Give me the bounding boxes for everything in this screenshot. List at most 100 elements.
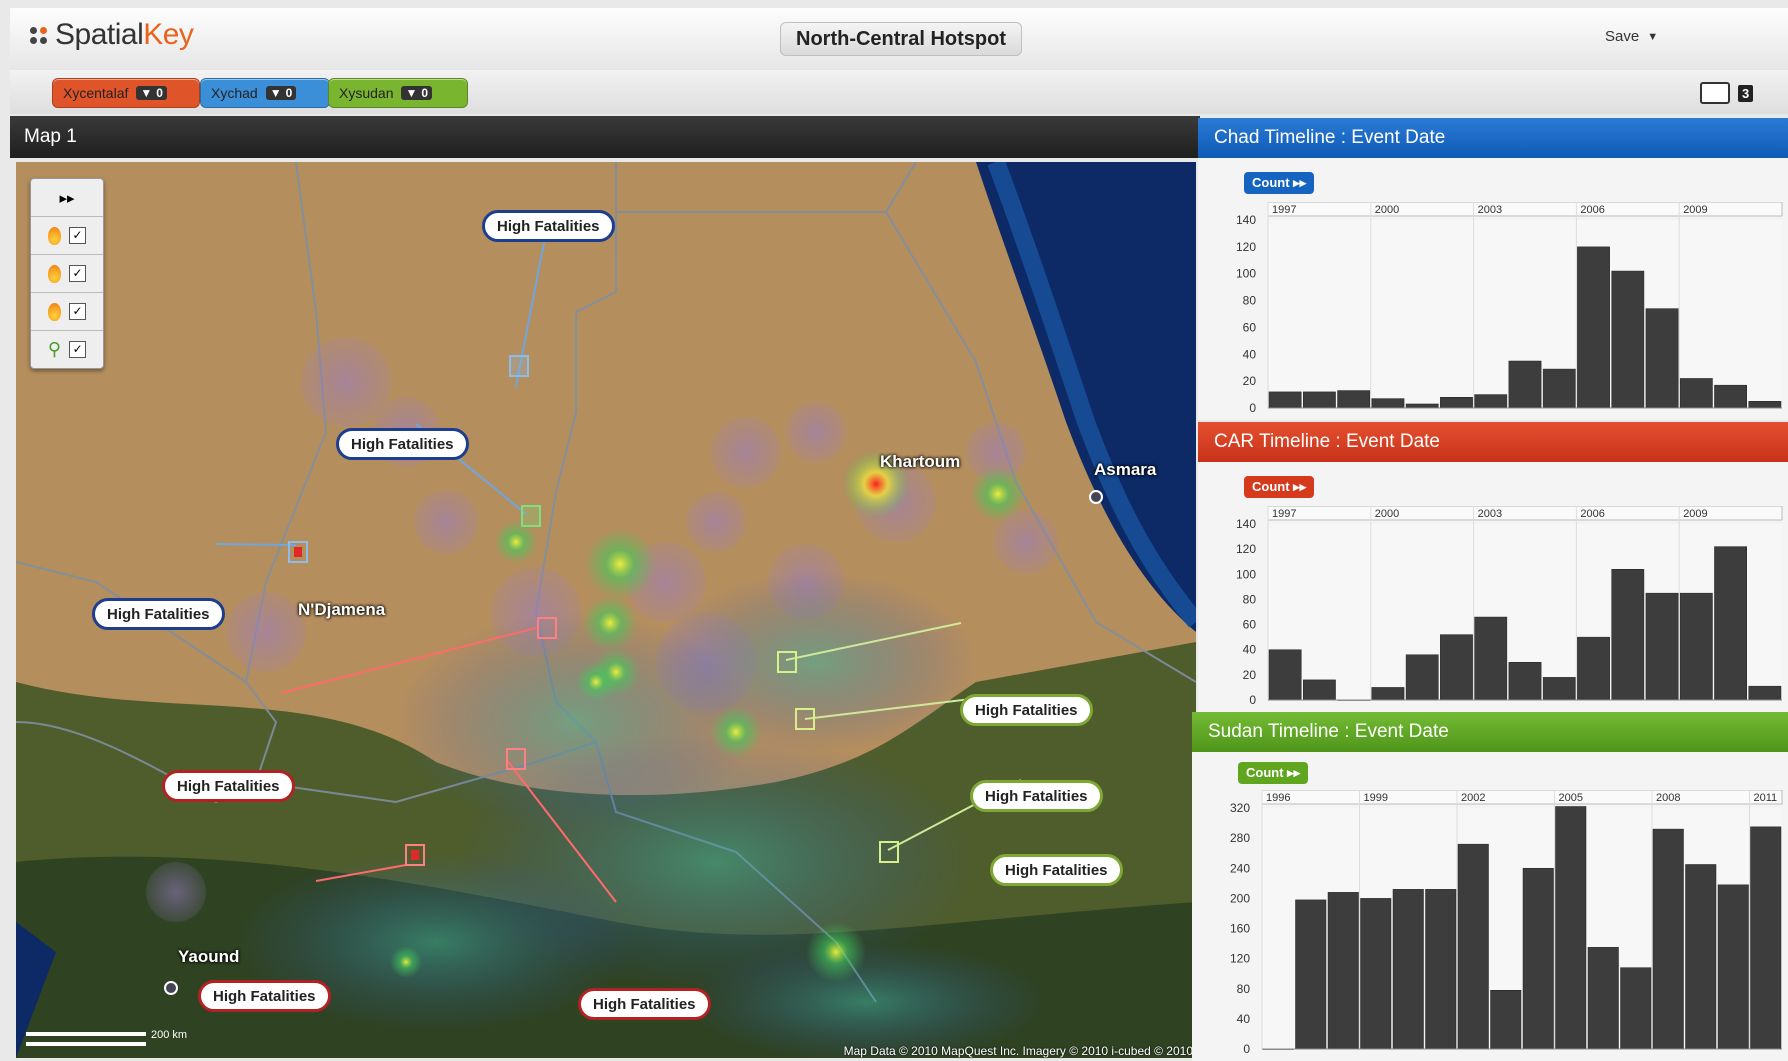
callout-high-fatalities[interactable]: High Fatalities — [92, 598, 225, 630]
callout-high-fatalities[interactable]: High Fatalities — [198, 980, 331, 1012]
timeline-bar[interactable] — [1522, 868, 1554, 1050]
timeline-bar[interactable] — [1303, 391, 1336, 409]
timeline-bar[interactable] — [1587, 947, 1619, 1050]
timeline-bar[interactable] — [1371, 398, 1405, 409]
timeline-bar[interactable] — [1611, 270, 1645, 409]
sudan-timeline-chart[interactable]: 1996 1999 2002 2005 2008 2011 0 40 80 120 160 200 24… — [1192, 790, 1788, 1061]
timeline-bar[interactable] — [1295, 899, 1327, 1050]
timeline-bar[interactable] — [1490, 990, 1522, 1050]
filter-chip-xycentalaf[interactable]: Xycentalaf ▼ 0 — [52, 78, 200, 108]
count-measure-button[interactable]: Count ▸▸ — [1238, 762, 1309, 784]
layer-visibility-checkbox[interactable]: ✓ — [69, 303, 86, 320]
callout-high-fatalities[interactable]: High Fatalities — [336, 428, 469, 460]
panel-title: Sudan Timeline : Event Date — [1192, 712, 1788, 752]
timeline-bar[interactable] — [1555, 806, 1587, 1050]
timeline-bar[interactable] — [1750, 826, 1782, 1050]
car-timeline-chart[interactable]: 1997 2000 2003 2006 2009 0 20 40 60 80 100 120 140 — [1198, 506, 1788, 712]
filter-count-badge: ▼ 0 — [401, 86, 433, 100]
chad-timeline-panel: Chad Timeline : Event Date Count ▸▸ 1997… — [1198, 118, 1788, 420]
x-tick-label: 2009 — [1683, 204, 1707, 216]
x-tick-label: 2000 — [1375, 204, 1399, 216]
y-tick-label: 280 — [1230, 831, 1250, 845]
timeline-bar[interactable] — [1474, 394, 1508, 409]
window-switcher[interactable]: 3 — [1700, 82, 1754, 104]
timeline-bar[interactable] — [1679, 378, 1713, 409]
layer-row-xysudan[interactable]: ✓ — [31, 293, 103, 331]
y-tick-label: 0 — [1249, 401, 1256, 415]
timeline-bar[interactable] — [1620, 967, 1652, 1050]
y-tick-label: 160 — [1230, 922, 1250, 936]
y-tick-label: 200 — [1230, 891, 1250, 905]
timeline-bar[interactable] — [1577, 636, 1610, 701]
timeline-bar[interactable] — [1748, 401, 1782, 409]
timeline-bar[interactable] — [1645, 592, 1679, 701]
timeline-bar[interactable] — [1714, 546, 1747, 701]
svg-text:200 km: 200 km — [151, 1029, 187, 1041]
timeline-bar[interactable] — [1425, 889, 1457, 1050]
timeline-bar[interactable] — [1405, 403, 1439, 409]
callout-high-fatalities[interactable]: High Fatalities — [482, 210, 615, 242]
filter-chip-xysudan[interactable]: Xysudan ▼ 0 — [328, 78, 468, 108]
save-menu-button[interactable]: Save ▼ — [1605, 28, 1658, 45]
funnel-icon: ▼ — [140, 86, 153, 100]
timeline-bar[interactable] — [1652, 828, 1684, 1050]
y-tick-label: 140 — [1236, 213, 1256, 227]
count-measure-button[interactable]: Count ▸▸ — [1244, 172, 1315, 194]
timeline-bar[interactable] — [1392, 889, 1424, 1050]
timeline-bar[interactable] — [1508, 662, 1542, 701]
map-tab-header: Map 1 — [10, 116, 1200, 158]
timeline-bar[interactable] — [1577, 246, 1610, 409]
panel-title: Chad Timeline : Event Date — [1198, 118, 1788, 158]
timeline-bar[interactable] — [1405, 654, 1439, 701]
layer-row-xychad[interactable]: ✓ — [31, 255, 103, 293]
x-tick-label: 2009 — [1683, 508, 1707, 520]
layer-visibility-checkbox[interactable]: ✓ — [69, 227, 86, 244]
x-tick-label: 2008 — [1656, 792, 1680, 804]
x-tick-label: 1997 — [1272, 508, 1296, 520]
layer-visibility-checkbox[interactable]: ✓ — [69, 341, 87, 358]
timeline-bar[interactable] — [1303, 679, 1336, 701]
timeline-bar[interactable] — [1268, 649, 1302, 701]
callout-high-fatalities[interactable]: High Fatalities — [990, 854, 1123, 886]
y-tick-label: 20 — [1243, 668, 1257, 682]
timeline-bar[interactable] — [1371, 687, 1405, 701]
expand-layers-button[interactable]: ▸▸ — [31, 179, 103, 217]
timeline-bar[interactable] — [1474, 616, 1508, 701]
timeline-bar[interactable] — [1542, 677, 1576, 701]
timeline-bar[interactable] — [1645, 308, 1679, 409]
x-tick-label: 2006 — [1580, 508, 1604, 520]
callout-high-fatalities[interactable]: High Fatalities — [960, 694, 1093, 726]
heatmap-flame-icon — [48, 264, 61, 283]
timeline-bar[interactable] — [1440, 634, 1473, 701]
timeline-bar[interactable] — [1679, 592, 1713, 701]
funnel-icon: ▼ — [269, 86, 282, 100]
timeline-bar[interactable] — [1360, 898, 1392, 1050]
timeline-bar[interactable] — [1717, 884, 1749, 1050]
callout-high-fatalities[interactable]: High Fatalities — [970, 780, 1103, 812]
page-title: North-Central Hotspot — [780, 22, 1022, 56]
count-measure-button[interactable]: Count ▸▸ — [1244, 476, 1315, 498]
callout-high-fatalities[interactable]: High Fatalities — [162, 770, 295, 802]
timeline-bar[interactable] — [1327, 892, 1359, 1050]
chad-timeline-chart[interactable]: 1997 2000 2003 2006 2009 0 20 40 60 80 100 120 140 — [1198, 202, 1788, 420]
filter-chip-xychad[interactable]: Xychad ▼ 0 — [200, 78, 330, 108]
y-tick-label: 60 — [1243, 320, 1257, 334]
layer-row-xycentalaf[interactable]: ✓ — [31, 217, 103, 255]
timeline-bar[interactable] — [1440, 397, 1473, 409]
timeline-bar[interactable] — [1542, 368, 1576, 409]
layer-row-pins[interactable]: ⚲ ✓ — [31, 331, 103, 368]
callout-high-fatalities[interactable]: High Fatalities — [578, 988, 711, 1020]
timeline-bar[interactable] — [1337, 390, 1371, 409]
layer-visibility-checkbox[interactable]: ✓ — [69, 265, 86, 282]
timeline-bar[interactable] — [1748, 685, 1782, 701]
timeline-bar[interactable] — [1457, 843, 1489, 1050]
timeline-bar[interactable] — [1611, 569, 1645, 701]
map-credits: Map Data © 2010 MapQuest Inc. Imagery © … — [843, 1044, 1193, 1058]
funnel-icon: ▼ — [405, 86, 418, 100]
timeline-bar[interactable] — [1508, 360, 1542, 409]
window-count-badge: 3 — [1738, 84, 1754, 102]
timeline-bar[interactable] — [1685, 864, 1717, 1050]
timeline-bar[interactable] — [1714, 384, 1747, 409]
timeline-bar[interactable] — [1268, 391, 1302, 409]
x-tick-label: 2002 — [1461, 792, 1485, 804]
